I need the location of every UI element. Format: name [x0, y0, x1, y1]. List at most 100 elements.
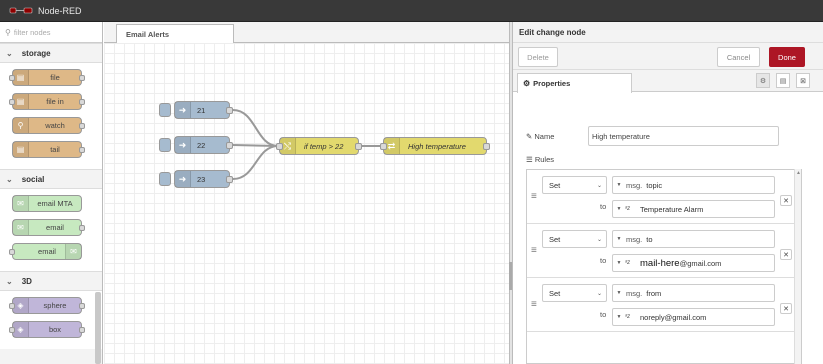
switch-node[interactable]: ⤭ if temp > 22: [276, 137, 362, 155]
chevron-down-icon: ⌄: [6, 174, 13, 184]
property-value: from: [646, 288, 662, 298]
node-label: 23: [197, 174, 206, 184]
output-port[interactable]: [355, 143, 362, 150]
palette-node-email-in[interactable]: ✉ email: [12, 219, 85, 236]
to-label: to: [600, 202, 607, 211]
palette-node-tail[interactable]: ▤ tail: [12, 141, 85, 158]
palette-node-sphere[interactable]: ◈ sphere: [9, 297, 85, 314]
type-dropdown-icon[interactable]: ▼: [613, 255, 625, 271]
rule-value-input[interactable]: ▼ ᵃz mail-here @gmail.com: [612, 254, 775, 272]
property-value: topic: [646, 180, 663, 190]
category-social-header[interactable]: ⌄ social: [0, 169, 102, 189]
drag-handle-icon[interactable]: ≡: [531, 191, 537, 202]
file-icon: ▤: [13, 70, 29, 85]
category-3d-body: ◈ sphere ◈ box: [0, 291, 102, 349]
node-label: if temp > 22: [304, 141, 344, 151]
palette-node-email-out[interactable]: email ✉: [9, 243, 82, 260]
palette-scrollbar[interactable]: [95, 292, 101, 364]
wire: [232, 109, 279, 147]
rule-property-input[interactable]: ▼ msg. from: [612, 284, 775, 302]
palette-node-box[interactable]: ◈ box: [9, 321, 85, 338]
node-label: High temperature: [408, 141, 466, 151]
palette-node-file[interactable]: ▤ file: [9, 69, 85, 86]
arrow-right-icon: ➜: [175, 102, 191, 118]
rule-action-value: Set: [549, 180, 561, 190]
inject-trigger-button[interactable]: [159, 138, 171, 152]
cube-icon: ◈: [13, 298, 29, 313]
settings-gear-icon[interactable]: ⚙: [756, 73, 770, 88]
rule-value-input[interactable]: ▼ ᵃz Temperature Alarm: [612, 200, 775, 218]
tab-email-alerts[interactable]: Email Alerts: [116, 24, 234, 43]
node-palette: ⚲ filter nodes ⌄ storage ▤ file ▤ file i…: [0, 22, 103, 364]
palette-node-label: file in: [46, 97, 64, 106]
type-dropdown-icon[interactable]: ▼: [613, 285, 625, 301]
envelope-icon: ✉: [65, 244, 81, 259]
type-dropdown-icon[interactable]: ▼: [613, 309, 625, 325]
tab-label: Email Alerts: [126, 29, 170, 39]
tab-properties[interactable]: ⚙ Properties: [517, 73, 632, 93]
drag-handle-icon[interactable]: ≡: [531, 299, 537, 310]
category-storage-body: ▤ file ▤ file in ⚲ watch ▤ tail: [0, 63, 102, 169]
tag-icon: ✎: [526, 132, 533, 141]
delete-button[interactable]: Delete: [518, 47, 558, 67]
change-node[interactable]: ⇄ High temperature: [380, 137, 490, 155]
inject-node-21[interactable]: ➜ 21: [159, 101, 233, 119]
rules-label-text: Rules: [534, 155, 555, 164]
rule-action-select[interactable]: Set ⌄: [542, 230, 607, 248]
rule-property-input[interactable]: ▼ msg. topic: [612, 176, 775, 194]
name-input[interactable]: High temperature: [588, 126, 779, 146]
palette-node-watch[interactable]: ⚲ watch: [12, 117, 85, 134]
inject-trigger-button[interactable]: [159, 103, 171, 117]
type-dropdown-icon[interactable]: ▼: [613, 201, 625, 217]
remove-rule-button[interactable]: ✕: [780, 195, 792, 206]
type-dropdown-icon[interactable]: ▼: [613, 231, 625, 247]
inject-node-23[interactable]: ➜ 23: [159, 170, 233, 188]
category-label: storage: [21, 48, 51, 58]
rule-action-select[interactable]: Set ⌄: [542, 176, 607, 194]
list-icon: ☰: [526, 155, 533, 164]
name-label: ✎ Name: [526, 132, 554, 141]
output-port: [79, 303, 85, 309]
output-port: [79, 99, 85, 105]
palette-filter-input[interactable]: ⚲ filter nodes: [0, 22, 102, 43]
remove-rule-button[interactable]: ✕: [780, 303, 792, 314]
done-button[interactable]: Done: [769, 47, 805, 67]
category-storage-header[interactable]: ⌄ storage: [0, 43, 102, 63]
output-port[interactable]: [226, 142, 233, 149]
chevron-down-icon: ⌄: [6, 276, 13, 286]
rule-property-input[interactable]: ▼ msg. to: [612, 230, 775, 248]
drag-handle-icon[interactable]: ≡: [531, 245, 537, 256]
string-type-icon: ᵃz: [625, 206, 631, 212]
chevron-down-icon: ⌄: [596, 290, 602, 297]
output-port[interactable]: [226, 176, 233, 183]
appearance-icon[interactable]: ⊠: [796, 73, 810, 88]
flow-canvas[interactable]: ➜ 21 ➜ 22 ➜ 23 ⤭ if temp > 22 ⇄ High tem…: [104, 43, 509, 364]
description-icon[interactable]: ▤: [776, 73, 790, 88]
tray-toolbar: Delete Cancel Done: [513, 43, 823, 70]
output-port[interactable]: [226, 107, 233, 114]
rule-action-select[interactable]: Set ⌄: [542, 284, 607, 302]
chevron-down-icon: ⌄: [6, 48, 13, 58]
output-port[interactable]: [483, 143, 490, 150]
palette-node-label: email: [46, 223, 64, 232]
inject-node-22[interactable]: ➜ 22: [159, 136, 233, 154]
edit-tray: Edit change node Delete Cancel Done ⚙ Pr…: [512, 22, 823, 364]
input-port[interactable]: [276, 143, 283, 150]
scroll-up-icon[interactable]: ▲: [796, 170, 801, 176]
rule-value-input[interactable]: ▼ ᵃz noreply@gmail.com: [612, 308, 775, 326]
rules-list: ≡ Set ⌄ ▼ msg. topic to ▼ ᵃz Temperature…: [526, 169, 802, 364]
node-label: 21: [197, 105, 206, 115]
tab-label: Properties: [533, 79, 571, 88]
palette-node-file-in[interactable]: ▤ file in: [9, 93, 85, 110]
type-dropdown-icon[interactable]: ▼: [613, 177, 625, 193]
palette-node-email-mta[interactable]: ✉ email MTA: [12, 195, 82, 212]
inject-trigger-button[interactable]: [159, 172, 171, 186]
rule-action-value: Set: [549, 288, 561, 298]
rule-row: ≡ Set ⌄ ▼ msg. to to ▼ ᵃz mail-here @gma…: [527, 224, 795, 278]
string-type-icon: ᵃz: [625, 260, 631, 266]
cancel-button[interactable]: Cancel: [717, 47, 760, 67]
input-port[interactable]: [380, 143, 387, 150]
category-3d-header[interactable]: ⌄ 3D: [0, 271, 102, 291]
rules-scrollbar[interactable]: ▲: [794, 169, 801, 364]
remove-rule-button[interactable]: ✕: [780, 249, 792, 260]
